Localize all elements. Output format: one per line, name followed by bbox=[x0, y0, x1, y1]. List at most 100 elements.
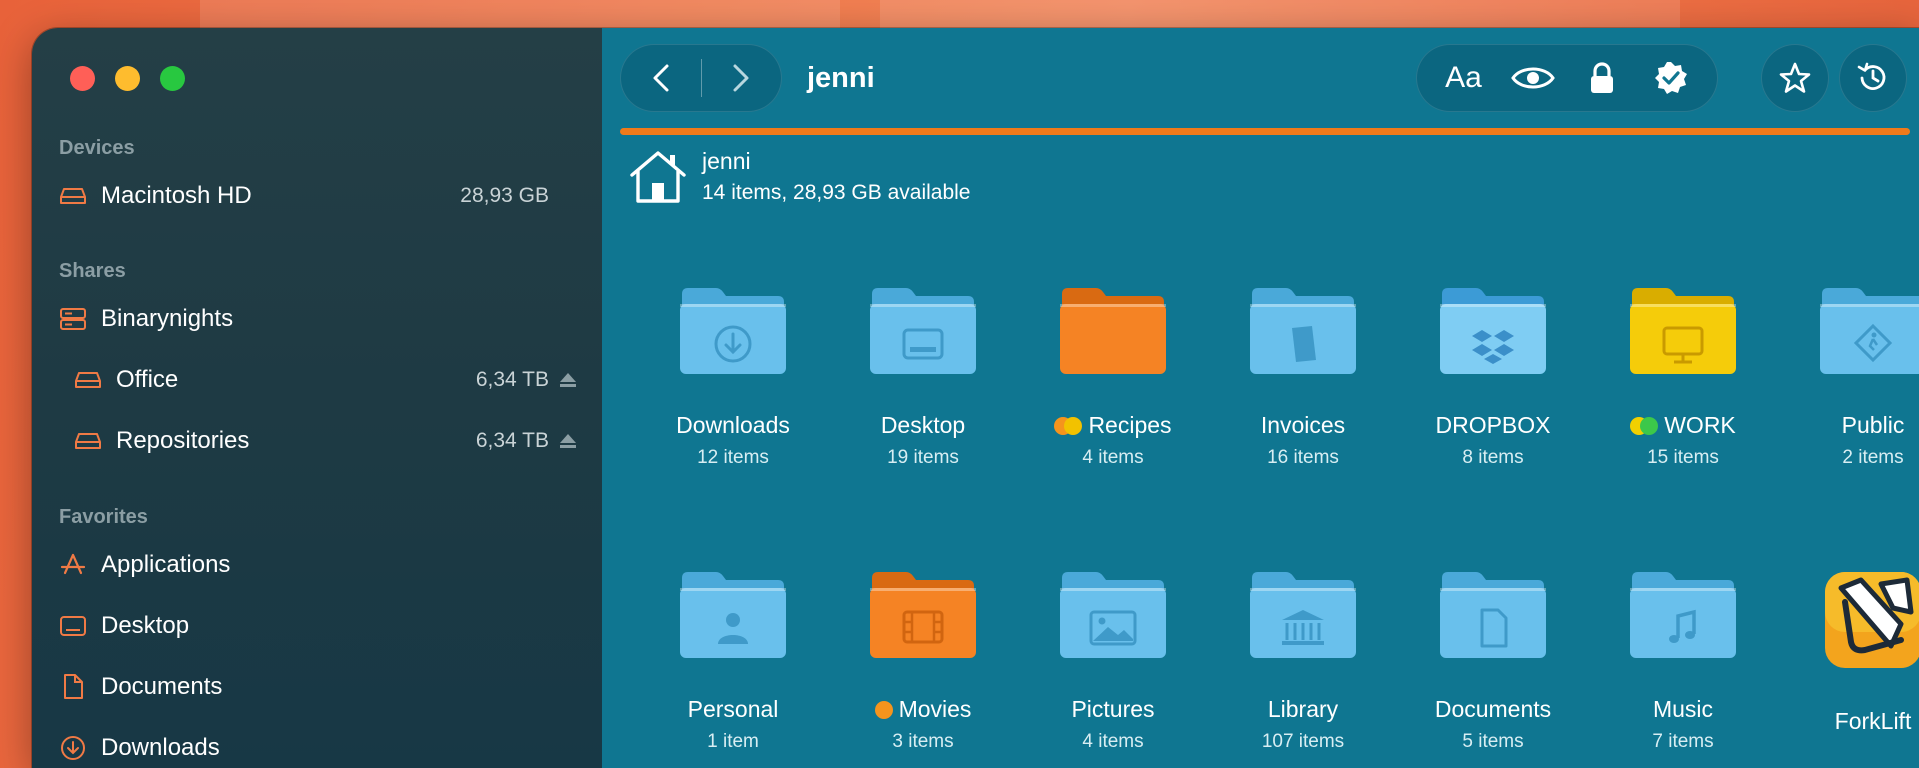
sidebar-item-documents[interactable]: Documents bbox=[59, 667, 579, 707]
file-item-dropbox[interactable]: DROPBOX 8 items bbox=[1398, 284, 1588, 469]
file-item-movies[interactable]: Movies 3 items bbox=[828, 568, 1018, 753]
applications-icon bbox=[59, 551, 87, 579]
sidebar: Devices Macintosh HD 28,93 GB Shares Bin… bbox=[32, 28, 602, 768]
folder-icon bbox=[678, 568, 788, 660]
file-item-pictures[interactable]: Pictures 4 items bbox=[1018, 568, 1208, 753]
file-item-public[interactable]: Public 2 items bbox=[1778, 284, 1919, 469]
sidebar-item-macintosh-hd[interactable]: Macintosh HD 28,93 GB bbox=[59, 176, 579, 216]
file-item-count: 8 items bbox=[1462, 447, 1524, 468]
color-tag bbox=[1640, 416, 1659, 435]
file-item-forklift[interactable]: ForkLift bbox=[1778, 568, 1919, 735]
sidebar-item-label: Repositories bbox=[116, 427, 250, 454]
minimize-button[interactable] bbox=[115, 66, 140, 91]
sidebar-item-downloads[interactable]: Downloads bbox=[59, 728, 579, 768]
file-item-count: 16 items bbox=[1267, 447, 1339, 468]
file-item-name: Desktop bbox=[828, 412, 1018, 439]
forward-button[interactable] bbox=[702, 45, 782, 111]
folder-icon bbox=[1058, 284, 1168, 376]
file-item-count: 4 items bbox=[1082, 447, 1144, 468]
sidebar-item-label: Downloads bbox=[101, 734, 220, 761]
app-window: Devices Macintosh HD 28,93 GB Shares Bin… bbox=[32, 28, 1919, 768]
file-item-invoices[interactable]: Invoices 16 items bbox=[1208, 284, 1398, 469]
file-item-desktop[interactable]: Desktop 19 items bbox=[828, 284, 1018, 469]
main-content: jenni Aa jenni 14 items, 28,93 GB availa… bbox=[602, 28, 1919, 768]
lock-button[interactable] bbox=[1574, 50, 1630, 106]
history-button[interactable] bbox=[1839, 44, 1907, 112]
path-title: jenni bbox=[807, 62, 875, 94]
sidebar-item-label: Macintosh HD bbox=[101, 182, 252, 209]
font-icon: Aa bbox=[1445, 61, 1482, 94]
folder-icon bbox=[1438, 284, 1548, 376]
file-item-count: 107 items bbox=[1261, 731, 1345, 752]
back-button[interactable] bbox=[621, 45, 701, 111]
desktop-icon bbox=[59, 612, 87, 640]
folder-icon bbox=[1248, 284, 1358, 376]
window-controls bbox=[70, 66, 185, 91]
folder-name: jenni bbox=[702, 148, 751, 174]
app-icon bbox=[1818, 568, 1919, 672]
sidebar-item-label: Binarynights bbox=[101, 305, 234, 332]
file-item-name: Music bbox=[1588, 696, 1778, 723]
server-icon bbox=[59, 305, 87, 333]
sidebar-item-binarynights[interactable]: Binarynights bbox=[59, 299, 579, 339]
sidebar-item-applications[interactable]: Applications bbox=[59, 545, 579, 585]
file-item-recipes[interactable]: Recipes 4 items bbox=[1018, 284, 1208, 469]
eject-icon[interactable] bbox=[557, 433, 579, 449]
font-button[interactable]: Aa bbox=[1436, 50, 1492, 106]
chevron-right-icon bbox=[733, 64, 749, 92]
file-item-count: 4 items bbox=[1082, 731, 1144, 752]
file-name-label: Music bbox=[1652, 696, 1714, 722]
favorite-button[interactable] bbox=[1761, 44, 1829, 112]
eye-icon bbox=[1510, 67, 1555, 89]
file-item-count: 5 items bbox=[1462, 731, 1524, 752]
file-item-name: Invoices bbox=[1208, 412, 1398, 439]
file-item-personal[interactable]: Personal 1 item bbox=[638, 568, 828, 753]
folder-icon bbox=[678, 284, 788, 376]
file-item-music[interactable]: Music 7 items bbox=[1588, 568, 1778, 753]
file-name-label: Invoices bbox=[1260, 412, 1346, 438]
document-icon bbox=[59, 673, 87, 701]
file-item-name: Personal bbox=[638, 696, 828, 723]
file-item-count: 1 item bbox=[707, 731, 759, 752]
folder-icon bbox=[1438, 568, 1548, 660]
section-title-shares: Shares bbox=[59, 260, 126, 282]
sidebar-item-size: 6,34 TB bbox=[475, 368, 549, 391]
color-tags bbox=[874, 700, 893, 719]
file-item-count: 12 items bbox=[697, 447, 769, 468]
folder-icon bbox=[1818, 284, 1919, 376]
file-item-name: Public bbox=[1778, 412, 1919, 439]
sidebar-item-repositories[interactable]: Repositories 6,34 TB bbox=[74, 421, 579, 461]
file-name-label: DROPBOX bbox=[1435, 412, 1551, 438]
eject-icon[interactable] bbox=[557, 372, 579, 388]
navigation-control bbox=[620, 44, 782, 112]
sidebar-item-office[interactable]: Office 6,34 TB bbox=[74, 360, 579, 400]
drive-icon bbox=[74, 427, 102, 455]
sidebar-item-size: 28,93 GB bbox=[460, 184, 549, 207]
file-item-count: 3 items bbox=[892, 731, 954, 752]
file-item-documents[interactable]: Documents 5 items bbox=[1398, 568, 1588, 753]
drive-icon bbox=[74, 366, 102, 394]
color-tags bbox=[1054, 416, 1083, 435]
folder-icon bbox=[1628, 568, 1738, 660]
file-name-label: WORK bbox=[1664, 412, 1736, 438]
file-item-downloads[interactable]: Downloads 12 items bbox=[638, 284, 828, 469]
preview-button[interactable] bbox=[1505, 50, 1561, 106]
sidebar-item-desktop[interactable]: Desktop bbox=[59, 606, 579, 646]
wallpaper-shape bbox=[200, 0, 840, 30]
file-name-label: Library bbox=[1267, 696, 1339, 722]
file-item-name: Library bbox=[1208, 696, 1398, 723]
sidebar-item-size: 6,34 TB bbox=[475, 429, 549, 452]
close-button[interactable] bbox=[70, 66, 95, 91]
verify-button[interactable] bbox=[1643, 50, 1699, 106]
sidebar-item-label: Documents bbox=[101, 673, 223, 700]
zoom-button[interactable] bbox=[160, 66, 185, 91]
folder-meta: 14 items, 28,93 GB available bbox=[702, 181, 971, 204]
file-item-name: Downloads bbox=[638, 412, 828, 439]
file-name-label: ForkLift bbox=[1834, 708, 1912, 734]
file-item-name: Pictures bbox=[1018, 696, 1208, 723]
download-icon bbox=[59, 734, 87, 762]
file-item-work[interactable]: WORK 15 items bbox=[1588, 284, 1778, 469]
verified-badge-icon bbox=[1654, 62, 1687, 94]
sidebar-item-label: Office bbox=[116, 366, 179, 393]
file-item-library[interactable]: Library 107 items bbox=[1208, 568, 1398, 753]
